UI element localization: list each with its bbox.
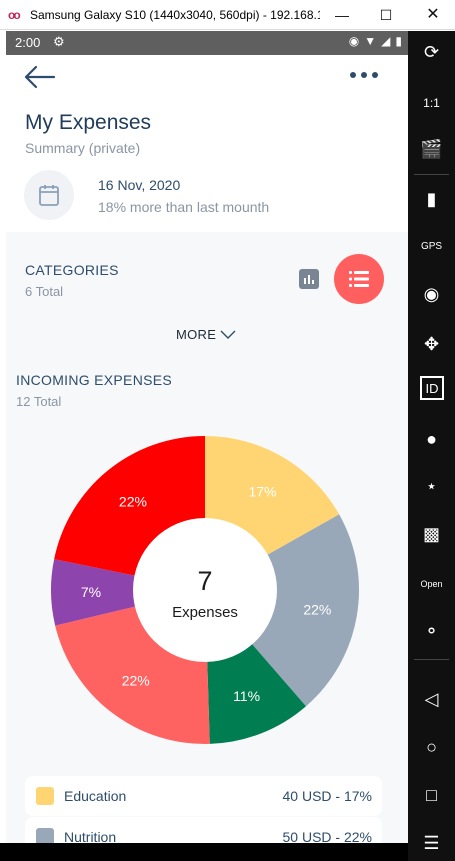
minimize-icon[interactable]: —: [332, 5, 352, 25]
screen-record-icon[interactable]: 🎬: [416, 134, 447, 165]
more-options-button[interactable]: [350, 67, 386, 83]
bar-chart-icon: [304, 275, 314, 284]
slice-label-4: 7%: [81, 584, 101, 600]
disk-icon[interactable]: ●: [416, 424, 447, 455]
camera-icon[interactable]: ◉: [416, 279, 447, 310]
window-title-bar: oo Samsung Galaxy S10 (1440x3040, 560dpi…: [0, 0, 455, 30]
pixel-perfect-icon[interactable]: 1:1: [416, 87, 447, 118]
back-button[interactable]: [24, 65, 56, 89]
menu-icon[interactable]: ☰: [416, 828, 447, 859]
window-title: Samsung Galaxy S10 (1440x3040, 560dpi) -…: [30, 7, 320, 22]
maximize-icon[interactable]: ☐: [376, 5, 396, 25]
page-title: My Expenses: [25, 111, 152, 134]
close-icon[interactable]: ✕: [423, 5, 443, 25]
legend-row-education[interactable]: Education 40 USD - 17%: [25, 776, 382, 816]
legend-name: Education: [64, 788, 127, 804]
chevron-down-icon: [220, 330, 236, 339]
gps-icon[interactable]: GPS: [416, 231, 447, 262]
navigation-bar: [0, 843, 408, 861]
rotate-icon[interactable]: ⟳: [416, 37, 447, 68]
emulator-screen: oo Samsung Galaxy S10 (1440x3040, 560dpi…: [0, 0, 455, 861]
more-dot: [372, 72, 378, 78]
summary-card: My Expenses Summary (private) 16 Nov, 20…: [6, 55, 408, 232]
more-dot: [361, 72, 367, 78]
status-bar: 2:00 ⚙ ◉ ▼ ◢ ▮: [6, 31, 408, 55]
incoming-total: 12 Total: [16, 394, 62, 409]
list-icon: [349, 271, 369, 287]
move-icon[interactable]: ✥: [416, 329, 447, 360]
status-icons: ◉ ▼ ◢ ▮: [349, 34, 402, 48]
bar-chart-button[interactable]: [299, 269, 319, 289]
slice-label-1: 22%: [303, 601, 331, 617]
donut-center-label: Expenses: [172, 604, 238, 621]
comparison-text: 18% more than last mounth: [98, 199, 270, 215]
phone-screen: 2:00 ⚙ ◉ ▼ ◢ ▮ My Expenses Summary (priv…: [6, 31, 408, 861]
emulator-toolbar: ⟳ 1:1 🎬 ▮ GPS ◉ ✥ ID ● ⋆ ▩ Open ⚬ ◁ ○ □ …: [408, 31, 455, 861]
cast-icon[interactable]: ⋆: [416, 471, 447, 502]
back-nav-icon[interactable]: ◁: [416, 684, 447, 715]
more-dots-icon: [350, 72, 356, 78]
recents-icon[interactable]: □: [416, 780, 447, 811]
donut-center-value: 7: [197, 566, 212, 596]
battery-tool-icon[interactable]: ▮: [416, 184, 447, 215]
calendar-button[interactable]: [24, 170, 74, 220]
id-icon[interactable]: ID: [420, 376, 444, 400]
more-toggle[interactable]: MORE: [176, 327, 236, 342]
categories-total: 6 Total: [25, 284, 64, 299]
calendar-icon: [39, 185, 59, 206]
app-logo: oo: [8, 7, 21, 22]
list-view-button[interactable]: [334, 254, 384, 304]
share-icon[interactable]: ⚬: [416, 616, 447, 647]
expenses-donut-chart: 7 Expenses 17% 22% 11% 22% 7% 22%: [51, 436, 360, 744]
slice-label-5: 22%: [119, 494, 147, 510]
slice-label-2: 11%: [233, 688, 260, 704]
toolbar-divider: [414, 659, 449, 660]
message-icon[interactable]: ▩: [416, 519, 447, 550]
slice-label-3: 22%: [122, 673, 150, 689]
settings-status-icon: ⚙: [53, 34, 65, 49]
slice-label-0: 17%: [248, 484, 276, 500]
signal-icon: ◢: [381, 34, 391, 48]
home-icon[interactable]: ○: [416, 732, 447, 763]
more-label: MORE: [176, 327, 217, 342]
battery-icon: ▮: [395, 34, 402, 48]
categories-heading: CATEGORIES: [25, 262, 119, 278]
summary-date: 16 Nov, 2020: [98, 177, 181, 193]
incoming-heading: INCOMING EXPENSES: [16, 372, 173, 388]
location-icon: ◉: [348, 34, 360, 48]
toolbar-divider: [414, 174, 449, 175]
arrow-left-icon: [24, 65, 56, 89]
status-time: 2:00: [15, 35, 41, 50]
page-subtitle: Summary (private): [25, 140, 141, 156]
legend-value: 40 USD - 17%: [282, 788, 372, 804]
legend-swatch: [36, 787, 54, 805]
wifi-icon: ▼: [364, 34, 377, 48]
opengapps-icon[interactable]: Open: [416, 568, 447, 599]
